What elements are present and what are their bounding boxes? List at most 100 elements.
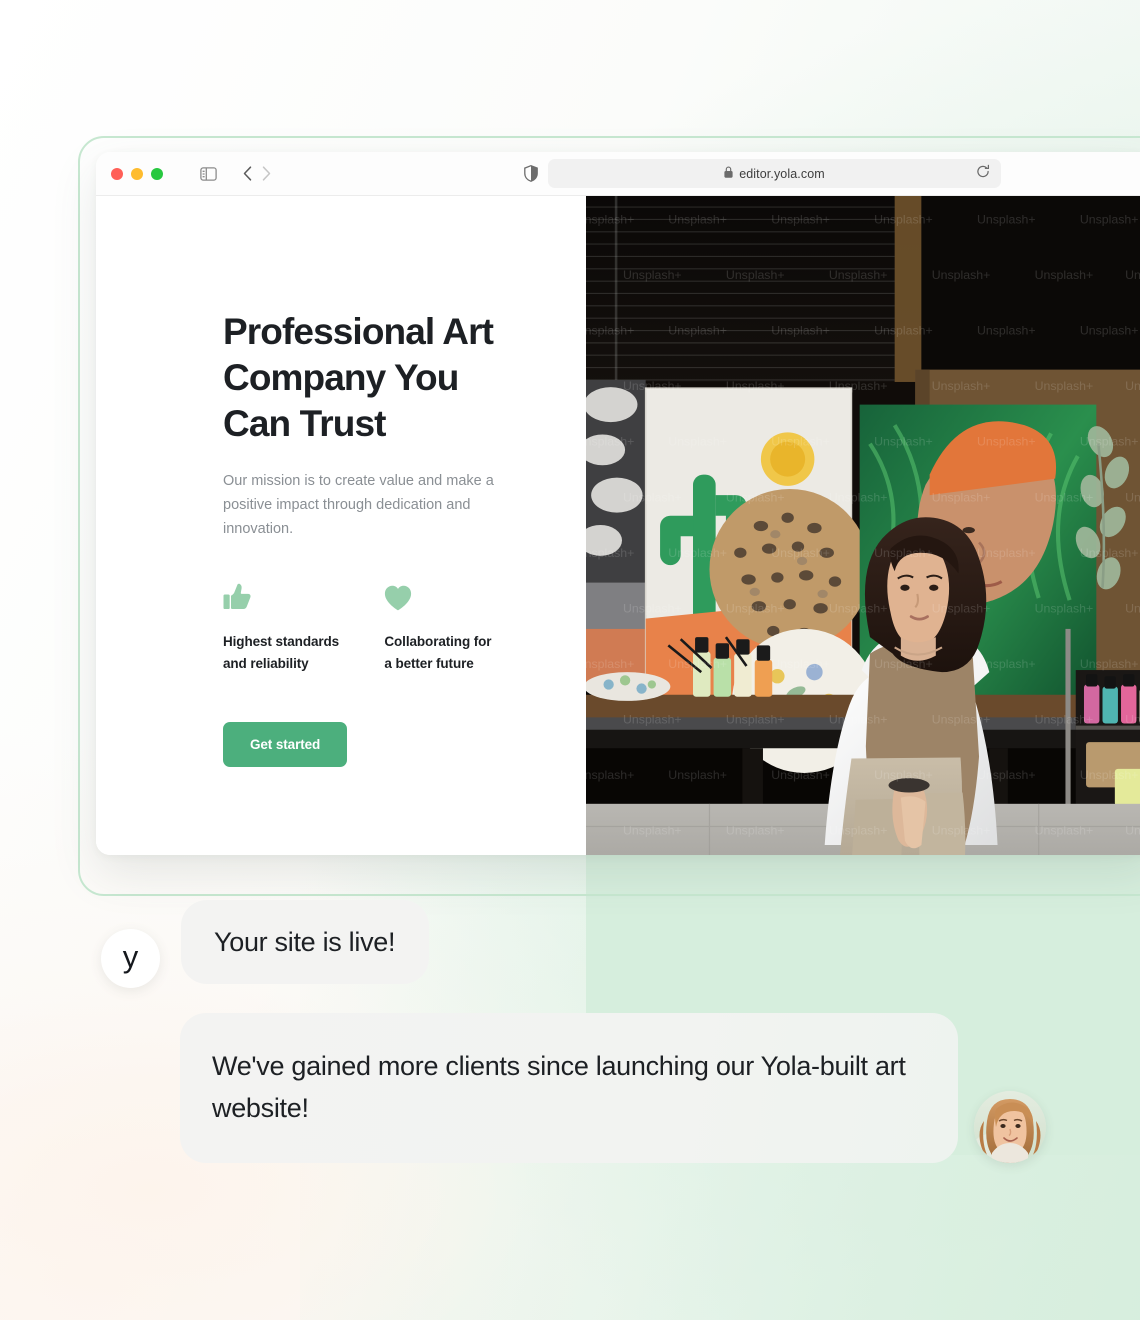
svg-text:Unsplash+: Unsplash+	[1080, 546, 1139, 560]
svg-text:Unsplash+: Unsplash+	[623, 824, 682, 838]
svg-text:Unsplash+: Unsplash+	[771, 768, 830, 782]
svg-text:Unsplash+: Unsplash+	[1035, 268, 1094, 282]
svg-text:Unsplash+: Unsplash+	[932, 268, 991, 282]
thumbs-up-icon	[223, 581, 384, 611]
svg-text:Unsplash+: Unsplash+	[932, 713, 991, 727]
svg-text:Unsplash+: Unsplash+	[1125, 824, 1140, 838]
svg-text:Unsplash+: Unsplash+	[726, 379, 785, 393]
svg-text:Unsplash+: Unsplash+	[586, 435, 634, 449]
svg-text:Unsplash+: Unsplash+	[829, 824, 888, 838]
get-started-button[interactable]: Get started	[223, 722, 348, 767]
address-bar[interactable]: editor.yola.com	[548, 159, 1001, 188]
svg-text:Unsplash+: Unsplash+	[874, 546, 933, 560]
svg-text:Unsplash+: Unsplash+	[1035, 379, 1094, 393]
svg-text:Unsplash+: Unsplash+	[829, 713, 888, 727]
url-text: editor.yola.com	[739, 166, 825, 181]
svg-text:Unsplash+: Unsplash+	[1080, 435, 1139, 449]
feature-item-standards: Highest standards and reliability	[223, 581, 384, 675]
svg-text:Unsplash+: Unsplash+	[932, 824, 991, 838]
svg-text:Unsplash+: Unsplash+	[771, 657, 830, 671]
close-window-button[interactable]	[111, 167, 123, 180]
svg-text:Unsplash+: Unsplash+	[586, 213, 634, 227]
svg-text:Unsplash+: Unsplash+	[874, 435, 933, 449]
window-controls[interactable]	[111, 167, 163, 180]
svg-text:Unsplash+: Unsplash+	[1080, 213, 1139, 227]
reload-icon[interactable]	[976, 164, 990, 183]
chat-section: y Your site is live! We've gained more c…	[0, 900, 1140, 1163]
svg-text:Unsplash+: Unsplash+	[726, 713, 785, 727]
svg-text:Unsplash+: Unsplash+	[874, 768, 933, 782]
feature-item-collaboration: Collaborating for a better future	[384, 581, 523, 675]
svg-text:Unsplash+: Unsplash+	[586, 768, 634, 782]
heart-icon	[384, 581, 523, 611]
hero-title-line-2: Company You	[223, 357, 459, 398]
svg-text:Unsplash+: Unsplash+	[668, 546, 727, 560]
page-title: Professional Art Company You Can Trust	[223, 309, 523, 447]
svg-text:Unsplash+: Unsplash+	[829, 379, 888, 393]
feature-label-line-2: a better future	[384, 656, 474, 671]
person-avatar-illustration	[974, 1091, 1046, 1163]
svg-text:Unsplash+: Unsplash+	[977, 435, 1036, 449]
svg-text:Unsplash+: Unsplash+	[668, 657, 727, 671]
svg-text:Unsplash+: Unsplash+	[771, 324, 830, 338]
yola-logo-avatar: y	[101, 929, 160, 988]
feature-label-line-2: and reliability	[223, 656, 309, 671]
sidebar-toggle-icon[interactable]	[200, 166, 217, 181]
svg-text:Unsplash+: Unsplash+	[1035, 601, 1094, 615]
svg-text:Unsplash+: Unsplash+	[977, 546, 1036, 560]
hero-title-line-3: Can Trust	[223, 403, 386, 444]
avatar	[974, 1091, 1046, 1163]
svg-text:Unsplash+: Unsplash+	[726, 490, 785, 504]
site-viewport: Professional Art Company You Can Trust O…	[96, 196, 1140, 855]
svg-text:Unsplash+: Unsplash+	[586, 546, 634, 560]
chevron-left-icon[interactable]	[243, 166, 252, 181]
svg-text:Unsplash+: Unsplash+	[1080, 768, 1139, 782]
svg-text:Unsplash+: Unsplash+	[874, 657, 933, 671]
svg-text:Unsplash+: Unsplash+	[668, 768, 727, 782]
svg-text:Unsplash+: Unsplash+	[932, 490, 991, 504]
chat-bubble-site-live: Your site is live!	[181, 900, 430, 984]
svg-text:Unsplash+: Unsplash+	[1035, 713, 1094, 727]
page-root: editor.yola.com Professional Art Company…	[0, 0, 1140, 1320]
hero-photo-illustration: Unsplash+ Unsplash+ Unsplash+ Unsplash+ Un…	[586, 196, 1140, 855]
lock-icon	[724, 165, 733, 183]
svg-text:Unsplash+: Unsplash+	[1125, 268, 1140, 282]
chat-bubble-testimonial: We've gained more clients since launchin…	[180, 1013, 958, 1163]
svg-text:Unsplash+: Unsplash+	[1035, 490, 1094, 504]
svg-text:Unsplash+: Unsplash+	[829, 601, 888, 615]
svg-text:Unsplash+: Unsplash+	[668, 324, 727, 338]
feature-label-line-1: Collaborating for	[384, 634, 492, 649]
svg-text:Unsplash+: Unsplash+	[1080, 324, 1139, 338]
svg-text:Unsplash+: Unsplash+	[932, 601, 991, 615]
svg-text:Unsplash+: Unsplash+	[771, 546, 830, 560]
svg-text:Unsplash+: Unsplash+	[726, 601, 785, 615]
svg-text:Unsplash+: Unsplash+	[668, 213, 727, 227]
minimize-window-button[interactable]	[131, 167, 143, 180]
svg-text:Unsplash+: Unsplash+	[977, 657, 1036, 671]
svg-text:Unsplash+: Unsplash+	[586, 324, 634, 338]
chat-message-row-1: y Your site is live!	[0, 900, 1140, 988]
hero-title-line-1: Professional Art	[223, 311, 494, 352]
svg-text:Unsplash+: Unsplash+	[586, 657, 634, 671]
svg-text:Unsplash+: Unsplash+	[623, 490, 682, 504]
hero-subtitle: Our mission is to create value and make …	[223, 473, 494, 537]
svg-text:Unsplash+: Unsplash+	[771, 213, 830, 227]
svg-text:Unsplash+: Unsplash+	[977, 213, 1036, 227]
svg-text:Unsplash+: Unsplash+	[829, 490, 888, 504]
svg-text:Unsplash+: Unsplash+	[623, 268, 682, 282]
feature-label-standards: Highest standards and reliability	[223, 631, 384, 675]
chevron-right-icon[interactable]	[262, 166, 271, 181]
svg-text:Unsplash+: Unsplash+	[1080, 657, 1139, 671]
feature-label-line-1: Highest standards	[223, 634, 340, 649]
maximize-window-button[interactable]	[151, 167, 163, 180]
svg-text:Unsplash+: Unsplash+	[726, 824, 785, 838]
shield-privacy-icon[interactable]	[524, 165, 538, 182]
svg-text:Unsplash+: Unsplash+	[829, 268, 888, 282]
svg-text:Unsplash+: Unsplash+	[1035, 824, 1094, 838]
svg-text:Unsplash+: Unsplash+	[1125, 713, 1140, 727]
feature-list: Highest standards and reliability Collab…	[223, 581, 523, 675]
svg-text:Unsplash+: Unsplash+	[1125, 379, 1140, 393]
feature-label-collaboration: Collaborating for a better future	[384, 631, 523, 675]
svg-text:Unsplash+: Unsplash+	[623, 601, 682, 615]
browser-window: editor.yola.com Professional Art Company…	[96, 152, 1140, 855]
